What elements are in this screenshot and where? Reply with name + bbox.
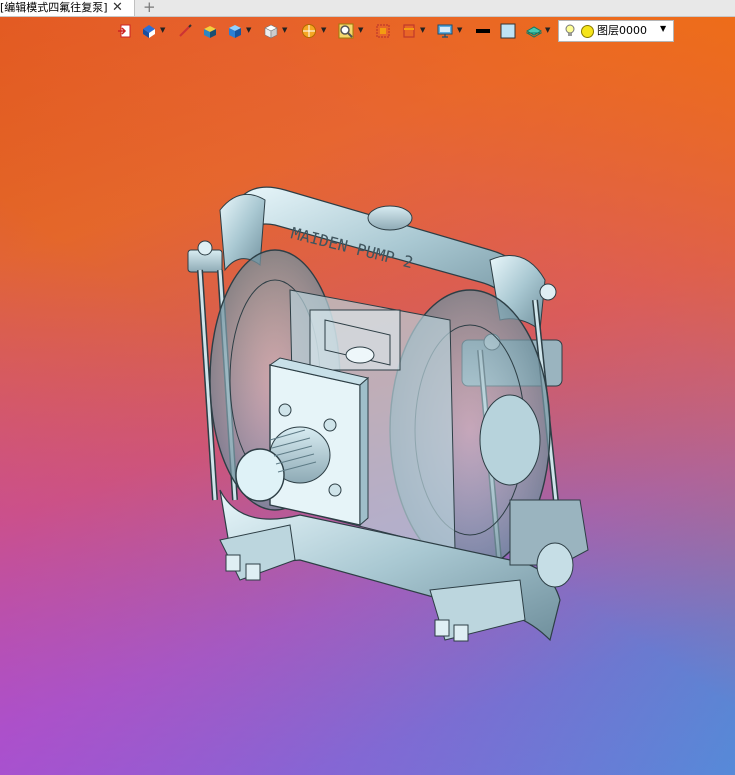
add-tab-button[interactable]: + [143,0,156,15]
chevron-down-icon[interactable]: ▼ [545,26,550,34]
layer-dropdown[interactable]: 图层0000 ▼ [558,20,674,42]
close-icon[interactable]: ✕ [112,0,123,16]
chevron-down-icon[interactable]: ▼ [420,26,425,34]
layer-name: 图层0000 [597,24,647,37]
chevron-down-icon[interactable]: ▼ [321,26,326,34]
cube-white-icon[interactable] [262,22,280,40]
chevron-down-icon[interactable]: ▼ [457,26,462,34]
chevron-down-icon[interactable]: ▼ [358,26,363,34]
view-orient-icon[interactable] [140,22,158,40]
section-icon[interactable] [400,22,418,40]
monitor-icon[interactable] [436,22,454,40]
render-icon[interactable] [300,22,318,40]
fit-icon[interactable] [374,22,392,40]
zoom-icon[interactable] [337,22,355,40]
pen-icon[interactable] [176,22,194,40]
chevron-down-icon[interactable]: ▼ [660,19,666,39]
pump-3d-model[interactable]: MAIDEN PUMP 2 [180,170,610,650]
chevron-down-icon[interactable]: ▼ [282,26,287,34]
chevron-down-icon[interactable]: ▼ [246,26,251,34]
box-yellow-icon[interactable] [201,22,219,40]
exit-sketch-icon[interactable] [116,22,134,40]
lightbulb-icon[interactable] [564,24,576,45]
layer-color-icon[interactable] [581,25,594,38]
tab-title: [编辑模式四氟往复泵] [0,1,108,14]
view-toolbar: ▼ ▼ ▼ ▼ ▼ ▼ ▼ ▼ 图层0000 ▼ [116,20,676,42]
layer-stack-icon[interactable] [525,22,543,40]
document-tab[interactable]: [编辑模式四氟往复泵] ✕ [0,0,135,16]
fill-color-icon[interactable] [499,22,517,40]
document-tab-bar: [编辑模式四氟往复泵] ✕ + [0,0,735,17]
chevron-down-icon[interactable]: ▼ [160,26,165,34]
line-color-icon[interactable] [474,22,492,40]
cube-blue-icon[interactable] [226,22,244,40]
